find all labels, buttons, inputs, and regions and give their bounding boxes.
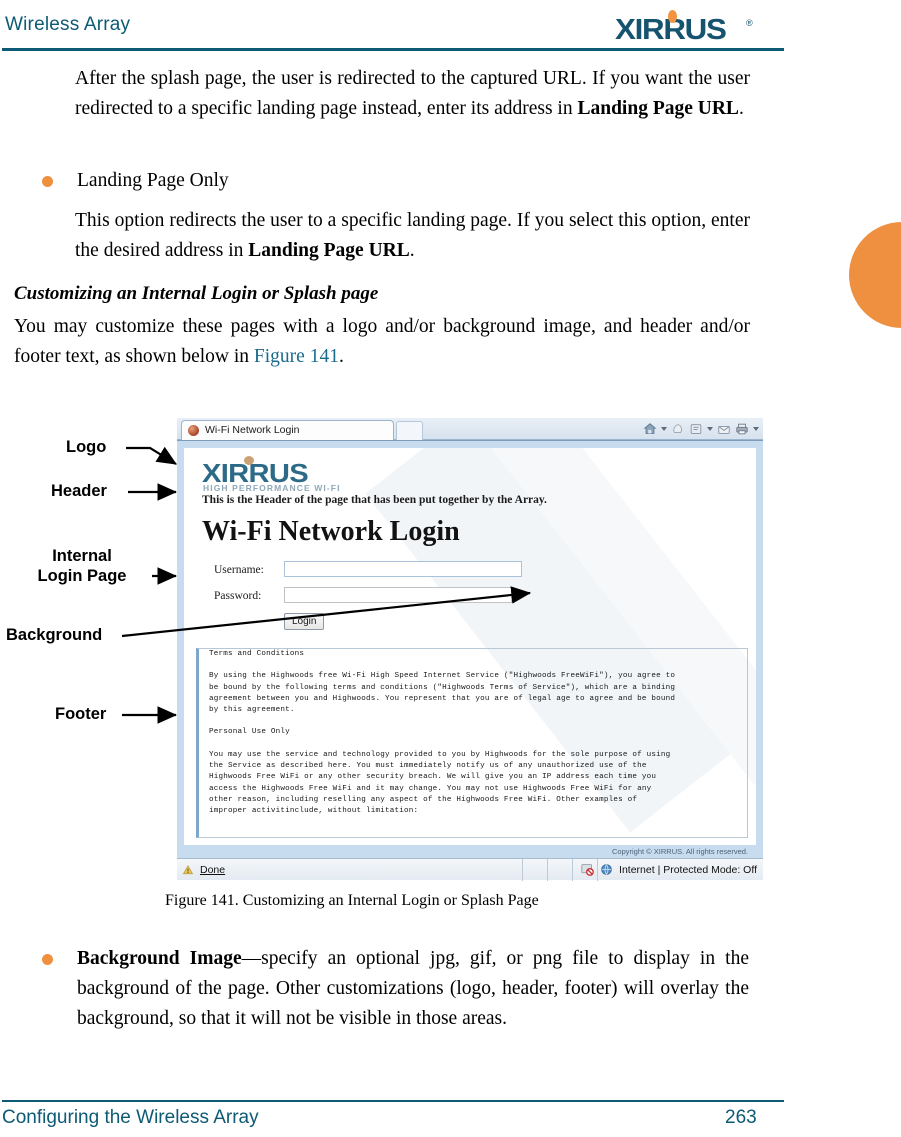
paragraph-splash-redirect: After the splash page, the user is redir… [75, 64, 750, 124]
xirrus-logo-trademark: ® [746, 18, 753, 28]
landing-page-url-term-2: Landing Page URL [248, 240, 410, 261]
page-header: Wireless Array XIRRUS ® [0, 0, 901, 52]
feeds-icon[interactable] [671, 422, 685, 436]
status-bar-left: Done [182, 863, 225, 877]
browser-tab-wifi-network-login[interactable]: Wi-Fi Network Login [181, 420, 394, 440]
section-heading-customizing: Customizing an Internal Login or Splash … [14, 283, 379, 304]
paragraph-customize-intro-period: . [338, 346, 344, 367]
status-divider-1 [522, 859, 523, 881]
footer-page-number: 263 [725, 1107, 757, 1128]
terms-blank-line [199, 818, 747, 829]
terms-line: Personal Use Only [209, 728, 290, 737]
terms-blank-line [199, 716, 747, 727]
status-divider-3 [572, 859, 573, 881]
bullet-background-image-text: Background Image—specify an optional jpg… [77, 944, 749, 1034]
login-logo-tagline: HIGH PERFORMANCE WI-FI [203, 483, 341, 493]
login-logo-dot-icon [244, 456, 254, 465]
callout-label-background: Background [6, 626, 103, 644]
print-dropdown-caret-icon[interactable] [753, 427, 759, 431]
login-page-title: Wi-Fi Network Login [202, 516, 460, 547]
header-divider [2, 48, 784, 51]
paragraph-customize-intro: You may customize these pages with a log… [14, 312, 750, 372]
login-page-header-text: This is the Header of the page that has … [202, 494, 547, 506]
browser-tab-title: Wi-Fi Network Login [205, 424, 300, 436]
running-head-title: Wireless Array [5, 14, 131, 35]
callout-label-logo: Logo [66, 438, 107, 456]
password-label: Password: [214, 590, 262, 602]
home-dropdown-caret-icon[interactable] [661, 427, 667, 431]
terms-line: By using the Highwoods free Wi-Fi High S… [209, 672, 676, 681]
terms-and-conditions-box: Terms and Conditions By using the Highwoo… [196, 648, 748, 838]
copyright-text: Copyright © XIRRUS. All rights reserved. [612, 847, 748, 856]
figure-cross-reference-link[interactable]: Figure 141 [254, 346, 339, 367]
warning-icon [182, 863, 196, 877]
browser-toolbar-icons [643, 419, 759, 439]
callout-label-internal-login-page: Internal Login Page [16, 546, 148, 586]
terms-line: be bound by the following terms and cond… [209, 683, 676, 692]
footer-divider [2, 1100, 784, 1102]
status-bar-right: Internet | Protected Mode: Off [581, 863, 757, 877]
print-icon[interactable] [735, 422, 749, 436]
username-label: Username: [214, 564, 264, 576]
terms-line: other reason, including reselling any as… [209, 795, 638, 804]
status-divider-2 [547, 859, 548, 881]
terms-line: Highwoods Free WiFi or any other securit… [209, 773, 657, 782]
landing-page-url-term: Landing Page URL [577, 98, 739, 119]
callout-label-header: Header [51, 482, 107, 500]
xirrus-logo: XIRRUS ® [615, 8, 753, 46]
bullet-dot-icon-2 [42, 954, 53, 965]
figure-caption: Figure 141. Customizing an Internal Logi… [165, 892, 539, 909]
terms-line: by this agreement. [209, 706, 295, 715]
security-zone-text: Internet | Protected Mode: Off [619, 864, 757, 876]
callout-label-footer: Footer [55, 705, 107, 723]
chapter-edge-tab-marker [849, 222, 901, 328]
login-page-logo: XIRRUS HIGH PERFORMANCE WI-FI [202, 456, 380, 493]
terms-and-conditions-text: Terms and Conditions By using the Highwoo… [199, 649, 747, 837]
status-bar-text: Done [200, 864, 226, 876]
internet-zone-globe-icon [600, 863, 614, 877]
paragraph-splash-redirect-period: . [738, 98, 744, 119]
favicon-icon [188, 425, 199, 436]
terms-blank-line [199, 660, 747, 671]
browser-tab-bar: Wi-Fi Network Login [177, 418, 763, 440]
login-submit-button[interactable]: Login [284, 613, 325, 630]
paragraph-landing-page-only-period: . [409, 240, 415, 261]
background-image-term: Background Image [77, 948, 242, 969]
bullet-landing-page-only-label: Landing Page Only [77, 170, 229, 191]
browser-status-bar: Done Internet | Protected Mode: Off [177, 858, 763, 881]
terms-blank-line [199, 739, 747, 750]
page-dropdown-caret-icon[interactable] [707, 427, 713, 431]
terms-line: You may use the service and technology p… [209, 750, 671, 759]
login-page-footer-bar: Copyright © XIRRUS. All rights reserved. [184, 845, 756, 858]
read-mail-icon[interactable] [689, 422, 703, 436]
paragraph-landing-page-only: This option redirects the user to a spec… [75, 206, 750, 266]
username-input[interactable] [284, 561, 522, 577]
new-tab-button[interactable] [396, 421, 423, 440]
terms-line: agreement between you and Highwoods. You… [209, 694, 676, 703]
captive-portal-page: XIRRUS HIGH PERFORMANCE WI-FI This is th… [184, 448, 756, 858]
xirrus-logo-dot-icon [668, 10, 677, 23]
browser-viewport: XIRRUS HIGH PERFORMANCE WI-FI This is th… [177, 440, 763, 858]
bullet-dot-icon [42, 176, 53, 187]
paragraph-customize-intro-text: You may customize these pages with a log… [14, 316, 750, 367]
figure-141-screenshot: Wi-Fi Network Login XIRRUS HIGH PERFORMA… [177, 418, 763, 881]
terms-line: improper activitinclude, without limitat… [209, 807, 419, 816]
terms-line: the Service as described here. You must … [209, 762, 647, 771]
blocked-popup-icon[interactable] [581, 863, 595, 877]
terms-line: Terms and Conditions [209, 650, 305, 658]
home-icon[interactable] [643, 422, 657, 436]
callout-label-internal-login-page-line1: Internal [52, 547, 112, 565]
callout-label-internal-login-page-line2: Login Page [37, 567, 127, 585]
password-input[interactable] [284, 587, 512, 603]
terms-blank-line [199, 829, 747, 837]
terms-line: access the Highwoods Free WiFi and it ma… [209, 784, 652, 793]
footer-chapter-title: Configuring the Wireless Array [2, 1107, 259, 1128]
mail-icon[interactable] [717, 422, 731, 436]
